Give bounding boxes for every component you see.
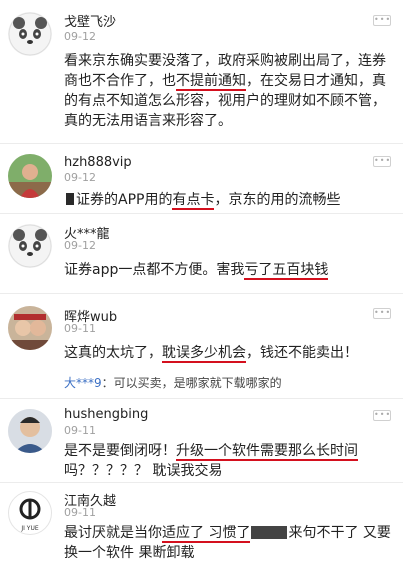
reply-text: ：可以买卖，是哪家就下载哪家的 — [101, 376, 282, 390]
photo-avatar-icon — [8, 306, 52, 350]
panda-face-icon — [8, 12, 52, 56]
comment-item: 戈壁飞沙 09-12 ••• 看来京东确实要没落了，政府采购被刷出局了，连券商也… — [0, 0, 403, 140]
comment-text: 这真的太坑了，耽误多少机会，钱还不能卖出！ — [64, 345, 358, 363]
highlighted-phrase: 耽误多少机会 — [162, 345, 246, 363]
comment-item: JI YUE 江南久越 09-11 最讨厌就是当你适应了 习惯了 来句不干了 又要… — [0, 483, 403, 563]
comment-item: hushengbing 09-11 ••• 是不是要倒闭呀！升级一个软件需要那么… — [0, 399, 403, 481]
more-options-icon[interactable]: ••• — [373, 308, 391, 319]
avatar[interactable] — [8, 154, 52, 198]
highlighted-phrase: 亏了五百块钱 — [244, 262, 329, 280]
comment-feed: 戈壁飞沙 09-12 ••• 看来京东确实要没落了，政府采购被刷出局了，连券商也… — [0, 0, 403, 563]
reply-line[interactable]: 大***9：可以买卖，是哪家就下载哪家的 — [64, 374, 282, 391]
username[interactable]: 戈壁飞沙 — [64, 11, 116, 30]
photo-avatar-icon — [8, 409, 52, 453]
more-options-icon[interactable]: ••• — [373, 410, 391, 421]
highlighted-phrase: 升级一个软件需要那么长时间 — [176, 443, 358, 461]
comment-item: 火***龍 09-12 证券app一点都不方便。害我亏了五百块钱 — [0, 214, 403, 292]
avatar[interactable] — [8, 409, 52, 453]
more-options-icon[interactable]: ••• — [373, 15, 391, 26]
comment-date: 09-12 — [64, 30, 96, 43]
svg-text:JI YUE: JI YUE — [20, 525, 39, 532]
logo-avatar-icon: JI YUE — [19, 498, 41, 532]
comment-date: 09-12 — [64, 239, 96, 252]
avatar[interactable] — [8, 224, 52, 268]
avatar[interactable] — [8, 12, 52, 56]
photo-avatar-icon — [8, 154, 52, 198]
comment-date: 09-12 — [64, 171, 96, 184]
highlighted-phrase: 有点卡 — [172, 192, 215, 210]
comment-item: hzh888vip 09-12 ••• 证券的APP用的有点卡，京东的用的流畅些 — [0, 144, 403, 210]
redaction-block — [66, 193, 74, 205]
panda-face-icon — [8, 224, 52, 268]
comment-date: 09-11 — [64, 322, 96, 335]
highlighted-phrase: 不提前通知 — [176, 73, 246, 91]
username[interactable]: hzh888vip — [64, 155, 132, 170]
more-options-icon[interactable]: ••• — [373, 156, 391, 167]
comment-text: 证券的APP用的有点卡，京东的用的流畅些 — [64, 190, 393, 210]
avatar[interactable]: JI YUE — [8, 491, 52, 535]
highlighted-phrase: 适应了 习惯了 — [162, 525, 251, 543]
comment-date: 09-11 — [64, 506, 96, 519]
comment-text: 最讨厌就是当你适应了 习惯了 来句不干了 又要换一个软件 果断卸载 — [64, 525, 391, 561]
redaction-block — [251, 526, 288, 539]
comment-date: 09-11 — [64, 424, 96, 437]
comment-text: 看来京东确实要没落了，政府采购被刷出局了，连券商也不合作了，也不提前通知，在交易… — [64, 53, 386, 129]
comment-text: 证券app一点都不方便。害我亏了五百块钱 — [64, 262, 329, 280]
comment-item: 晖烨wub 09-11 ••• 这真的太坑了，耽误多少机会，钱还不能卖出！ 大*… — [0, 294, 403, 394]
reply-username[interactable]: 大***9 — [64, 376, 102, 390]
avatar[interactable] — [8, 306, 52, 350]
username[interactable]: hushengbing — [64, 407, 148, 422]
comment-text: 是不是要倒闭呀！升级一个软件需要那么长时间吗？？？？？ 耽误我交易 — [64, 443, 358, 479]
